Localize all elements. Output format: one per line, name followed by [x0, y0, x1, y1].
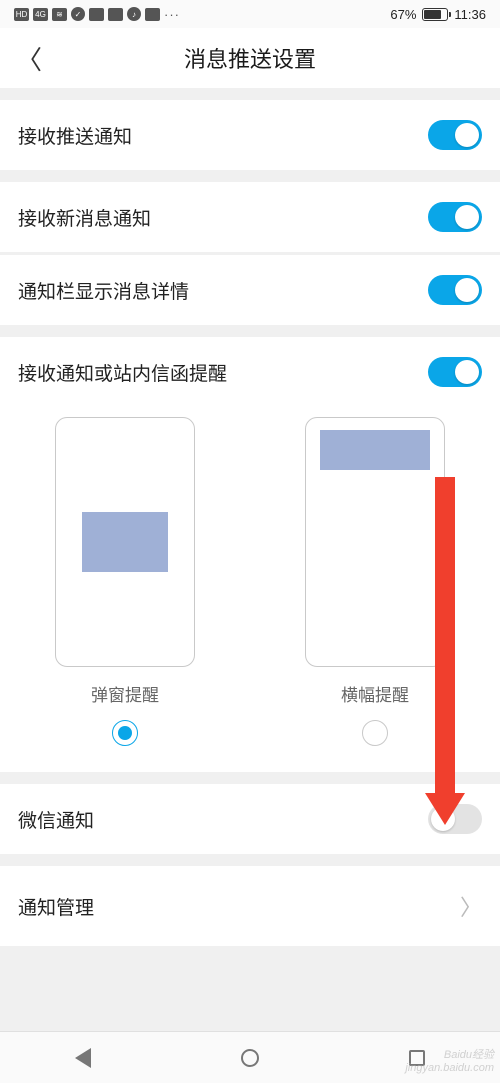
toggle-show-detail[interactable]	[428, 275, 482, 305]
banner-preview	[305, 417, 445, 667]
battery-percent: 67%	[390, 7, 416, 22]
row-label: 接收推送通知	[18, 122, 132, 149]
radio-popup[interactable]	[112, 720, 138, 746]
square-recent-icon	[409, 1050, 425, 1066]
row-label: 通知管理	[18, 893, 94, 920]
row-inbox-reminder: 接收通知或站内信函提醒	[0, 337, 500, 407]
option-label: 弹窗提醒	[91, 681, 159, 706]
row-push-notifications: 接收推送通知	[0, 100, 500, 170]
nav-home-button[interactable]	[241, 1049, 259, 1067]
notification-style-options: 弹窗提醒 横幅提醒	[0, 407, 500, 772]
signal-4g-icon: 4G	[33, 8, 48, 21]
music-icon: ♪	[127, 7, 141, 21]
toggle-inbox-reminder[interactable]	[428, 357, 482, 387]
android-nav-bar	[0, 1031, 500, 1083]
chevron-right-icon: 〉	[460, 890, 482, 922]
toggle-new-message[interactable]	[428, 202, 482, 232]
row-label: 接收通知或站内信函提醒	[18, 359, 227, 386]
app-icon-1	[89, 8, 104, 21]
popup-preview	[55, 417, 195, 667]
row-label: 微信通知	[18, 806, 94, 833]
banner-shape-icon	[320, 430, 430, 470]
battery-icon	[422, 8, 448, 21]
circle-home-icon	[241, 1049, 259, 1067]
status-left: HD 4G ≋ ✓ ♪ ···	[14, 7, 180, 22]
shield-icon: ✓	[71, 7, 85, 21]
row-wechat-notify: 微信通知	[0, 784, 500, 854]
radio-banner[interactable]	[362, 720, 388, 746]
nav-recent-button[interactable]	[409, 1050, 425, 1066]
row-show-detail: 通知栏显示消息详情	[0, 255, 500, 325]
row-label: 通知栏显示消息详情	[18, 277, 189, 304]
wifi-icon: ≋	[52, 8, 67, 21]
back-button[interactable]: 〈	[16, 34, 52, 83]
row-notification-manage[interactable]: 通知管理 〉	[0, 866, 500, 946]
toggle-push[interactable]	[428, 120, 482, 150]
page-title: 消息推送设置	[0, 42, 500, 74]
triangle-back-icon	[75, 1048, 91, 1068]
app-icon-2	[108, 8, 123, 21]
more-icon: ···	[164, 7, 180, 22]
hd-icon: HD	[14, 8, 29, 21]
app-icon-3	[145, 8, 160, 21]
toggle-wechat[interactable]	[428, 804, 482, 834]
option-label: 横幅提醒	[341, 681, 409, 706]
row-label: 接收新消息通知	[18, 204, 151, 231]
clock: 11:36	[454, 7, 486, 22]
header: 〈 消息推送设置	[0, 28, 500, 88]
option-popup[interactable]: 弹窗提醒	[55, 417, 195, 746]
popup-shape-icon	[82, 512, 168, 572]
nav-back-button[interactable]	[75, 1048, 91, 1068]
status-right: 67% 11:36	[390, 7, 486, 22]
row-new-message: 接收新消息通知	[0, 182, 500, 252]
option-banner[interactable]: 横幅提醒	[305, 417, 445, 746]
status-bar: HD 4G ≋ ✓ ♪ ··· 67% 11:36	[0, 0, 500, 28]
